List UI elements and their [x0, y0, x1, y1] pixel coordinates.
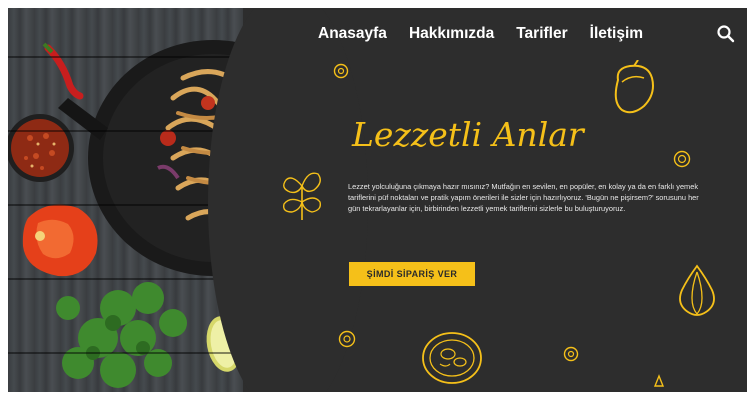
nav-item-tarifler[interactable]: Tarifler — [516, 25, 567, 43]
hero-description: Lezzet yolculuğuna çıkmaya hazır mısınız… — [348, 182, 699, 213]
nav-item-hakkimizda[interactable]: Hakkımızda — [409, 25, 494, 43]
slice-doodle-icon — [333, 63, 349, 79]
nav-item-anasayfa[interactable]: Anasayfa — [318, 25, 387, 43]
tomato-doodle-icon — [673, 150, 691, 168]
main-nav: Anasayfa Hakkımızda Tarifler İletişim — [318, 22, 738, 46]
hero-title-text: Lezzetli Anlar — [351, 115, 586, 154]
parsley-doodle-icon — [282, 172, 322, 220]
herb-doodle-icon — [653, 374, 665, 387]
pizza-doodle-icon — [422, 332, 482, 384]
search-icon[interactable] — [716, 24, 736, 44]
order-now-button[interactable]: ŞİMDİ SİPARİŞ VER — [349, 262, 475, 286]
nav-item-iletisim[interactable]: İletişim — [590, 25, 643, 43]
hero-banner: Anasayfa Hakkımızda Tarifler İletişim Le… — [8, 8, 747, 392]
hero-title: Lezzetli Anlar — [351, 115, 586, 154]
lemon-doodle-icon — [563, 346, 579, 362]
garlic-doodle-icon — [338, 330, 356, 348]
onion-doodle-icon — [679, 264, 715, 316]
